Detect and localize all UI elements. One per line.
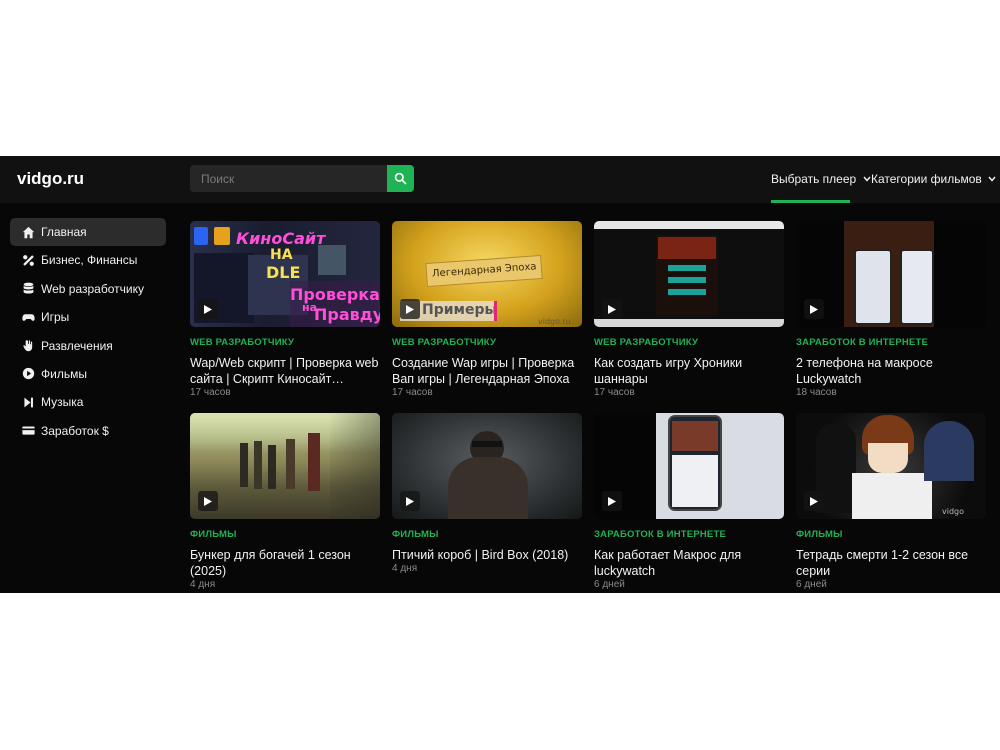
- gamepad-icon: [21, 310, 35, 324]
- sidebar-item-web-dev[interactable]: Web разработчику: [10, 275, 166, 303]
- card-icon: [21, 424, 35, 438]
- sidebar-item-label: Развлечения: [41, 338, 113, 353]
- app-window: vidgo.ru Выбрать плеер Категории фильмов…: [0, 156, 1000, 593]
- chevron-down-icon: [863, 176, 871, 182]
- video-category[interactable]: WEB РАЗРАБОТЧИКУ: [190, 337, 380, 348]
- thumbnail-caption: DLE: [266, 263, 301, 282]
- play-icon[interactable]: [400, 299, 420, 319]
- video-thumbnail[interactable]: [796, 221, 986, 327]
- site-logo[interactable]: vidgo.ru: [17, 169, 84, 189]
- search-button[interactable]: [387, 165, 414, 192]
- chevron-down-icon: [988, 176, 996, 182]
- video-title[interactable]: Птичий короб | Bird Box (2018): [392, 547, 582, 563]
- video-card: ФИЛЬМЫ Птичий короб | Bird Box (2018) 4 …: [392, 413, 582, 574]
- video-thumbnail[interactable]: vidgo: [796, 413, 986, 519]
- database-icon: [21, 282, 35, 296]
- video-card: Легендарная Эпоха Примеры vidgo.ru WEB Р…: [392, 221, 582, 398]
- home-icon: [21, 225, 35, 239]
- sidebar-item-label: Web разработчику: [41, 281, 144, 296]
- video-title[interactable]: Создание Wap игры | Проверка Вап игры | …: [392, 355, 582, 387]
- video-category[interactable]: WEB РАЗРАБОТЧИКУ: [594, 337, 784, 348]
- skip-icon: [21, 395, 35, 409]
- video-card: ЗАРАБОТОК В ИНТЕРНЕТЕ Как работает Макро…: [594, 413, 784, 590]
- video-time: 6 дней: [796, 579, 827, 590]
- video-category[interactable]: ФИЛЬМЫ: [392, 529, 582, 540]
- video-thumbnail[interactable]: Легендарная Эпоха Примеры vidgo.ru: [392, 221, 582, 327]
- movie-categories-label: Категории фильмов: [871, 172, 982, 186]
- video-title[interactable]: Бункер для богачей 1 сезон (2025): [190, 547, 380, 579]
- video-card: WEB РАЗРАБОТЧИКУ Как создать игру Хроник…: [594, 221, 784, 398]
- play-icon[interactable]: [804, 299, 824, 319]
- choose-player-label: Выбрать плеер: [771, 172, 857, 186]
- play-icon[interactable]: [602, 299, 622, 319]
- play-icon[interactable]: [198, 299, 218, 319]
- search-box: [190, 165, 414, 192]
- search-icon: [394, 172, 407, 185]
- sidebar-item-label: Игры: [41, 310, 70, 325]
- video-time: 17 часов: [594, 387, 635, 398]
- percent-icon: [21, 253, 35, 267]
- video-title[interactable]: Как работает Макрос для luckywatch: [594, 547, 784, 579]
- video-thumbnail[interactable]: [392, 413, 582, 519]
- video-thumbnail[interactable]: [594, 413, 784, 519]
- sidebar-item-label: Главная: [41, 225, 87, 239]
- play-icon[interactable]: [198, 491, 218, 511]
- thumbnail-caption: Примеры: [422, 302, 498, 318]
- play-icon[interactable]: [400, 491, 420, 511]
- video-time: 4 дня: [392, 563, 418, 574]
- video-card: КиноСайт НА DLE Проверка на Правду WEB Р…: [190, 221, 380, 398]
- video-time: 6 дней: [594, 579, 625, 590]
- video-title[interactable]: Wap/Web скрипт | Проверка web сайта | Ск…: [190, 355, 380, 387]
- video-category[interactable]: WEB РАЗРАБОТЧИКУ: [392, 337, 582, 348]
- video-time: 4 дня: [190, 579, 216, 590]
- play-icon[interactable]: [804, 491, 824, 511]
- sidebar-item-label: Фильмы: [41, 366, 87, 381]
- sidebar-item-movies[interactable]: Фильмы: [10, 360, 166, 388]
- play-icon[interactable]: [602, 491, 622, 511]
- video-time: 18 часов: [796, 387, 837, 398]
- video-card: ФИЛЬМЫ Бункер для богачей 1 сезон (2025)…: [190, 413, 380, 590]
- sidebar-item-label: Бизнес, Финансы: [41, 253, 138, 268]
- thumbnail-caption: vidgo.ru: [538, 317, 571, 326]
- video-title[interactable]: Тетрадь смерти 1-2 сезон все серии: [796, 547, 986, 579]
- video-card: ЗАРАБОТОК В ИНТЕРНЕТЕ 2 телефона на макр…: [796, 221, 986, 398]
- choose-player-menu[interactable]: Выбрать плеер: [771, 172, 871, 186]
- search-input[interactable]: [190, 165, 387, 192]
- video-category[interactable]: ЗАРАБОТОК В ИНТЕРНЕТЕ: [594, 529, 784, 540]
- sidebar-item-entertainment[interactable]: Развлечения: [10, 332, 166, 360]
- active-nav-underline: [771, 200, 850, 203]
- hand-icon: [21, 339, 35, 353]
- video-category[interactable]: ФИЛЬМЫ: [796, 529, 986, 540]
- thumbnail-caption: КиноСайт: [236, 229, 326, 248]
- video-time: 17 часов: [190, 387, 231, 398]
- video-title[interactable]: 2 телефона на макросе Luckywatch: [796, 355, 986, 387]
- thumbnail-caption: vidgo: [942, 507, 965, 516]
- video-thumbnail[interactable]: [190, 413, 380, 519]
- video-title[interactable]: Как создать игру Хроники шаннары: [594, 355, 784, 387]
- video-category[interactable]: ФИЛЬМЫ: [190, 529, 380, 540]
- thumbnail-caption: Правду: [314, 305, 380, 324]
- sidebar-item-games[interactable]: Игры: [10, 303, 166, 331]
- sidebar-item-business[interactable]: Бизнес, Финансы: [10, 246, 166, 274]
- movie-categories-menu[interactable]: Категории фильмов: [871, 172, 996, 186]
- sidebar-item-label: Заработок $: [41, 423, 109, 438]
- sidebar-item-label: Музыка: [41, 395, 84, 410]
- video-card: vidgo ФИЛЬМЫ Тетрадь смерти 1-2 сезон вс…: [796, 413, 986, 590]
- sidebar-item-earnings[interactable]: Заработок $: [10, 417, 166, 445]
- video-thumbnail[interactable]: [594, 221, 784, 327]
- video-category[interactable]: ЗАРАБОТОК В ИНТЕРНЕТЕ: [796, 337, 986, 348]
- play-circle-icon: [21, 367, 35, 381]
- sidebar-item-music[interactable]: Музыка: [10, 388, 166, 416]
- thumbnail-caption: НА: [270, 247, 293, 263]
- top-bar: vidgo.ru Выбрать плеер Категории фильмов: [0, 156, 1000, 203]
- sidebar: Главная Бизнес, Финансы Web разработчику…: [10, 218, 166, 445]
- sidebar-item-home[interactable]: Главная: [10, 218, 166, 246]
- video-thumbnail[interactable]: КиноСайт НА DLE Проверка на Правду: [190, 221, 380, 327]
- video-time: 17 часов: [392, 387, 433, 398]
